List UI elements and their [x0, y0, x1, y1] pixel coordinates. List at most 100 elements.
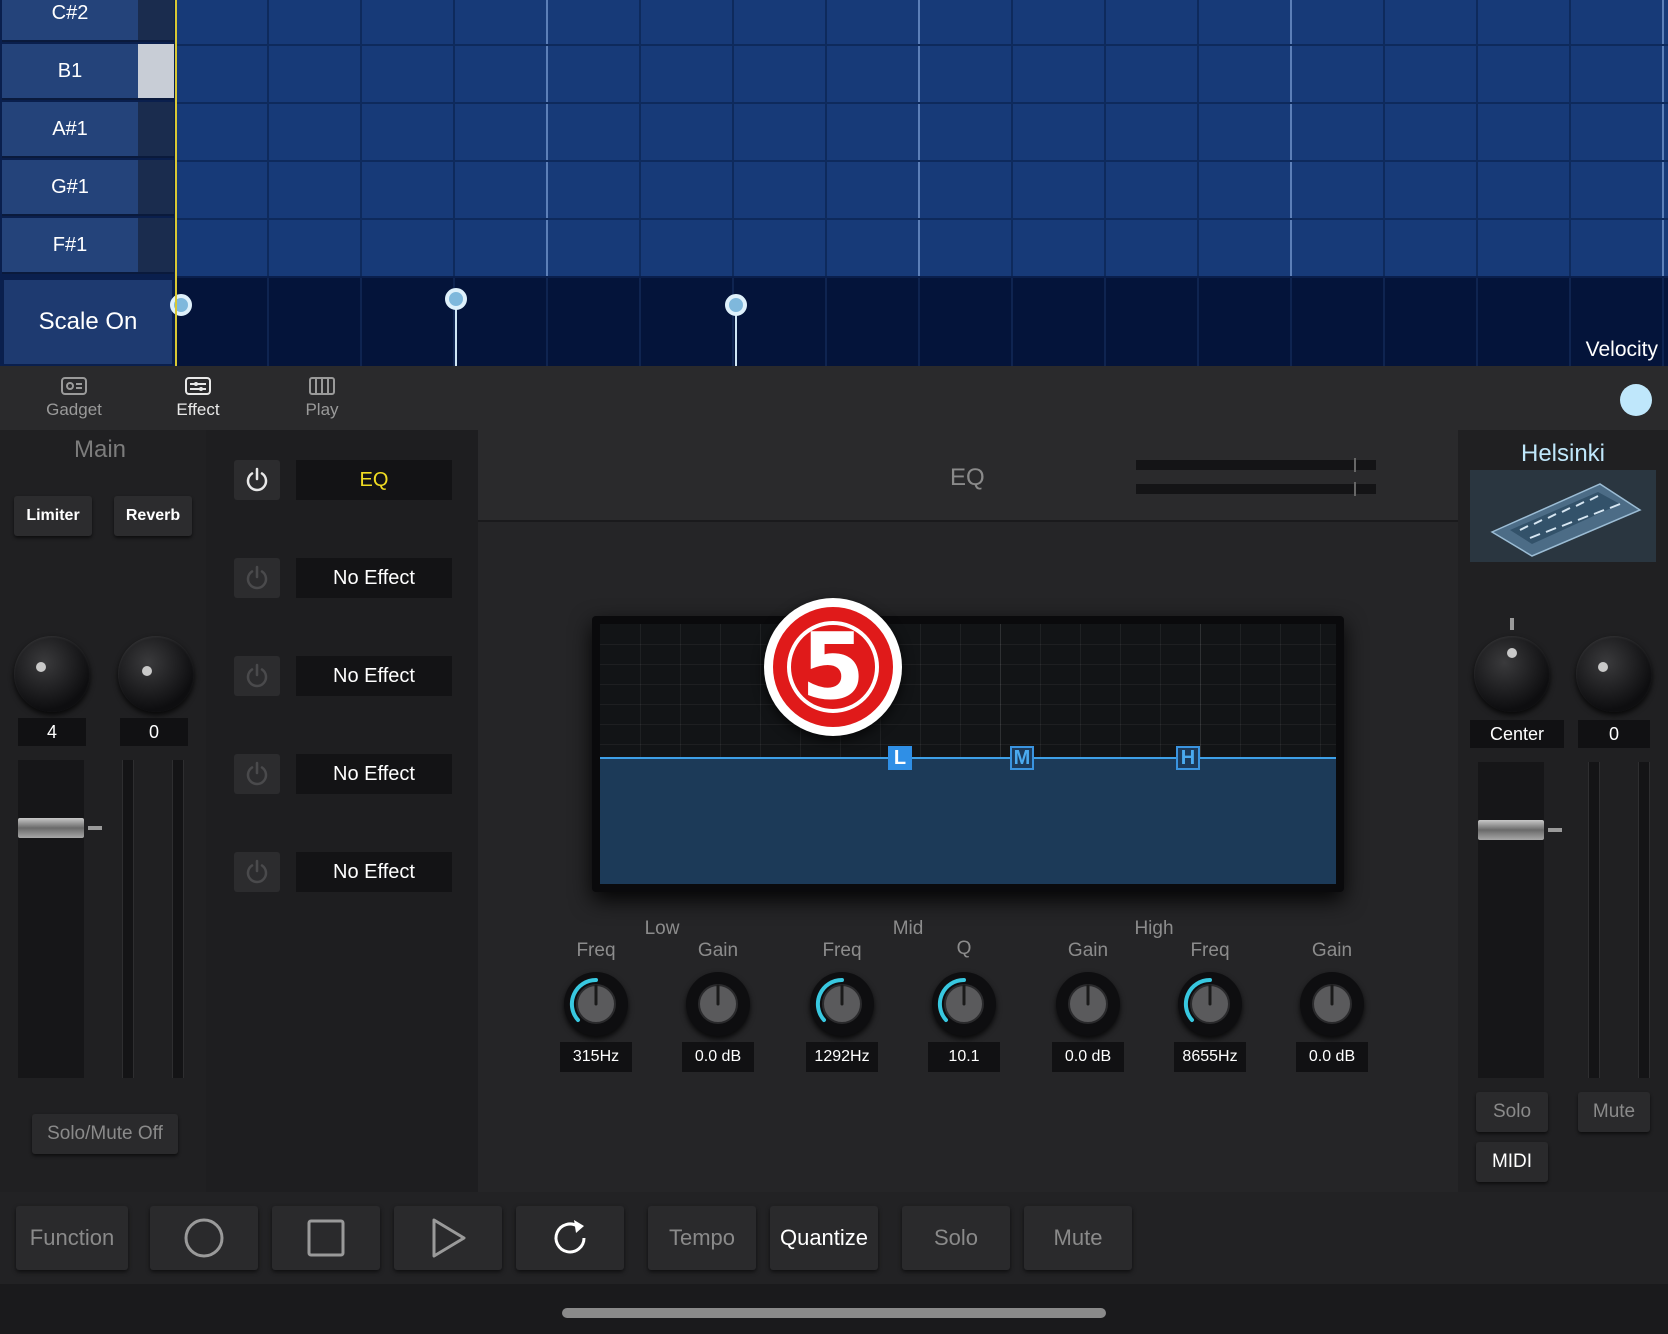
group-label-low: Low — [644, 918, 680, 939]
quantize-button[interactable]: Quantize — [770, 1206, 878, 1270]
pan-value: Center — [1470, 720, 1564, 748]
track-meter-left — [1588, 762, 1600, 1078]
eq-band-mid[interactable]: M — [1010, 746, 1034, 770]
eq-control-label: Q — [956, 938, 972, 959]
eq-control-label: Gain — [1311, 940, 1353, 961]
tab-bar: Gadget Effect Play — [0, 366, 1668, 430]
eq-knob[interactable] — [1056, 972, 1120, 1036]
velocity-grid-line — [825, 278, 827, 366]
main-knob-right-value: 0 — [120, 718, 188, 746]
piano-key[interactable]: B1 — [2, 44, 138, 100]
track-mute-button[interactable]: Mute — [1578, 1092, 1650, 1132]
piano-key[interactable]: A#1 — [2, 102, 138, 158]
main-fader-handle[interactable] — [18, 818, 84, 838]
group-label-mid: Mid — [892, 918, 924, 939]
track-meter-right — [1638, 762, 1650, 1078]
grid-beat-line — [1662, 0, 1664, 276]
tab-label: Effect — [176, 400, 220, 419]
stop-button[interactable] — [272, 1206, 380, 1270]
velocity-handle[interactable] — [725, 294, 747, 316]
gadget-name: Helsinki — [1520, 440, 1606, 467]
velocity-lane[interactable] — [176, 278, 1668, 366]
eq-header: EQ — [478, 430, 1458, 522]
effect-slot-empty[interactable]: No Effect — [296, 656, 452, 696]
eq-control-value: 10.1 — [928, 1042, 1000, 1072]
grid-beat-line — [360, 0, 362, 276]
main-knob-left[interactable] — [14, 636, 90, 712]
eq-band-high[interactable]: H — [1176, 746, 1200, 770]
status-indicator[interactable] — [1620, 384, 1652, 416]
piano-key[interactable]: G#1 — [2, 160, 138, 216]
effect-power-button[interactable] — [234, 460, 280, 500]
keyboard-icon — [309, 377, 335, 395]
eq-band-low[interactable]: L — [888, 746, 912, 770]
velocity-handle[interactable] — [170, 294, 192, 316]
mute-button[interactable]: Mute — [1024, 1206, 1132, 1270]
pan-center-mark — [1510, 618, 1514, 630]
midi-button[interactable]: MIDI — [1476, 1142, 1548, 1182]
pan-knob[interactable] — [1474, 636, 1550, 712]
velocity-grid-line — [360, 278, 362, 366]
effect-power-button[interactable] — [234, 558, 280, 598]
piano-roll: C#2 B1 A#1 G#1 F#1 Scale On Velocity — [0, 0, 1668, 366]
effect-icon — [185, 377, 211, 395]
note-grid[interactable] — [176, 0, 1668, 276]
output-meter-left — [1136, 458, 1376, 472]
piano-key[interactable]: F#1 — [2, 218, 138, 274]
tab-gadget[interactable]: Gadget — [24, 376, 124, 420]
eq-control-value: 0.0 dB — [1296, 1042, 1368, 1072]
eq-knob[interactable] — [686, 972, 750, 1036]
solo-button[interactable]: Solo — [902, 1206, 1010, 1270]
eq-knob[interactable] — [932, 972, 996, 1036]
effect-power-button[interactable] — [234, 852, 280, 892]
grid-row-line — [176, 218, 1668, 220]
power-icon — [246, 467, 268, 492]
stop-icon — [307, 1219, 345, 1257]
fader-mark — [88, 826, 102, 830]
reverb-button[interactable]: Reverb — [114, 496, 192, 536]
main-knob-right[interactable] — [118, 636, 194, 712]
eq-knob[interactable] — [810, 972, 874, 1036]
track-fader-handle[interactable] — [1478, 820, 1544, 840]
effect-slots-panel: EQ No Effect No Effect No Effect No Effect — [206, 430, 478, 1192]
loop-button[interactable] — [516, 1206, 624, 1270]
effect-power-button[interactable] — [234, 656, 280, 696]
track-solo-button[interactable]: Solo — [1476, 1092, 1548, 1132]
solo-mute-off-button[interactable]: Solo/Mute Off — [32, 1114, 178, 1154]
main-fader-track[interactable] — [18, 760, 84, 1078]
velocity-label: Velocity — [1585, 338, 1658, 361]
eq-knob[interactable] — [1300, 972, 1364, 1036]
eq-grid-line — [600, 744, 1336, 745]
level-knob[interactable] — [1576, 636, 1652, 712]
track-fader-track[interactable] — [1478, 762, 1544, 1078]
eq-knob[interactable] — [1178, 972, 1242, 1036]
key-strip — [138, 0, 174, 42]
record-icon — [184, 1218, 224, 1258]
eq-control-value: 0.0 dB — [1052, 1042, 1124, 1072]
step-number-badge: 5 — [764, 598, 902, 736]
limiter-button[interactable]: Limiter — [14, 496, 92, 536]
effect-slot-empty[interactable]: No Effect — [296, 754, 452, 794]
scale-on-button[interactable]: Scale On — [4, 280, 172, 364]
effect-slot-empty[interactable]: No Effect — [296, 558, 452, 598]
eq-graph[interactable]: L M H — [600, 624, 1336, 884]
transport-bar: Function Tempo Quantize Solo Mute — [0, 1192, 1668, 1284]
tempo-button[interactable]: Tempo — [648, 1206, 756, 1270]
home-indicator[interactable] — [562, 1308, 1106, 1318]
tab-play[interactable]: Play — [272, 376, 372, 420]
effect-power-button[interactable] — [234, 754, 280, 794]
function-button[interactable]: Function — [16, 1206, 128, 1270]
eq-knob[interactable] — [564, 972, 628, 1036]
play-button[interactable] — [394, 1206, 502, 1270]
loop-icon — [554, 1220, 586, 1254]
power-icon — [246, 761, 268, 786]
tab-effect[interactable]: Effect — [148, 376, 248, 420]
effect-slot-eq[interactable]: EQ — [296, 460, 452, 500]
velocity-grid-line — [1569, 278, 1571, 366]
velocity-handle[interactable] — [445, 288, 467, 310]
piano-key[interactable]: C#2 — [2, 0, 138, 42]
eq-grid-line — [600, 664, 1336, 665]
gadget-thumbnail[interactable] — [1470, 470, 1656, 562]
record-button[interactable] — [150, 1206, 258, 1270]
effect-slot-empty[interactable]: No Effect — [296, 852, 452, 892]
